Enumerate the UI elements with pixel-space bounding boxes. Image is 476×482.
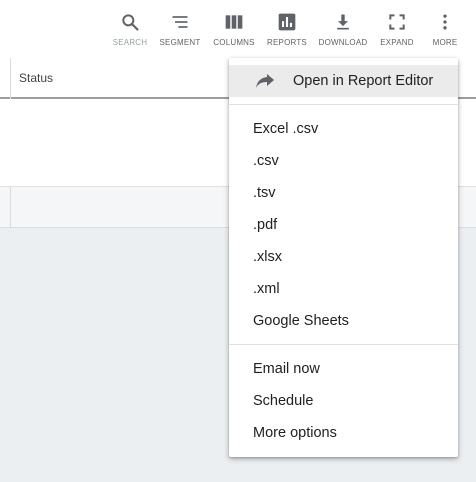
- menu-item-label: More options: [253, 425, 337, 441]
- more-vert-icon: [443, 14, 447, 30]
- menu-item-label: .xml: [253, 281, 280, 297]
- schedule-item[interactable]: Schedule: [229, 385, 458, 417]
- menu-item-label: .csv: [253, 153, 279, 169]
- more-options-item[interactable]: More options: [229, 417, 458, 449]
- download-button[interactable]: DOWNLOAD: [316, 12, 370, 47]
- format-xml-item[interactable]: .xml: [229, 273, 458, 305]
- format-tsv-item[interactable]: .tsv: [229, 177, 458, 209]
- more-button[interactable]: MORE: [418, 12, 472, 47]
- columns-label: COLUMNS: [213, 38, 255, 47]
- reports-label: REPORTS: [267, 38, 307, 47]
- columns-button[interactable]: COLUMNS: [207, 12, 261, 47]
- expand-label: EXPAND: [380, 38, 414, 47]
- segment-button[interactable]: SEGMENT: [153, 12, 207, 47]
- search-icon: [122, 14, 139, 31]
- menu-item-label: .xlsx: [253, 249, 282, 265]
- menu-item-label: Schedule: [253, 393, 314, 409]
- segment-icon: [172, 16, 188, 28]
- open-in-report-editor-item[interactable]: Open in Report Editor: [229, 65, 458, 97]
- expand-button[interactable]: EXPAND: [370, 12, 424, 47]
- menu-item-label: Google Sheets: [253, 313, 349, 329]
- format-csv-item[interactable]: .csv: [229, 145, 458, 177]
- segment-label: SEGMENT: [159, 38, 201, 47]
- open-in-report-editor-label: Open in Report Editor: [293, 73, 434, 89]
- search-button[interactable]: SEARCH: [103, 12, 157, 47]
- columns-icon: [225, 15, 243, 29]
- search-label: SEARCH: [112, 38, 148, 47]
- menu-item-label: .tsv: [253, 185, 276, 201]
- reports-icon: [278, 13, 296, 31]
- email-now-item[interactable]: Email now: [229, 353, 458, 385]
- format-excel-csv-item[interactable]: Excel .csv: [229, 113, 458, 145]
- download-label: DOWNLOAD: [318, 38, 368, 47]
- format-pdf-item[interactable]: .pdf: [229, 209, 458, 241]
- download-icon: [337, 14, 349, 30]
- share-arrow-icon: [256, 74, 274, 88]
- more-label: MORE: [432, 38, 458, 47]
- expand-icon: [389, 14, 405, 30]
- more-menu: Open in Report Editor Excel .csv .csv .t…: [229, 58, 458, 457]
- status-column-header[interactable]: Status: [19, 71, 53, 85]
- format-xlsx-item[interactable]: .xlsx: [229, 241, 458, 273]
- menu-item-label: Email now: [253, 361, 320, 377]
- format-google-sheets-item[interactable]: Google Sheets: [229, 305, 458, 337]
- menu-item-label: .pdf: [253, 217, 278, 233]
- reports-button[interactable]: REPORTS: [260, 12, 314, 47]
- column-divider: [10, 58, 11, 99]
- menu-item-label: Excel .csv: [253, 121, 319, 137]
- toolbar: SEARCH SEGMENT COLUMNS REPORTS DOWNLOAD …: [0, 0, 476, 58]
- menu-divider: [229, 104, 458, 105]
- column-divider: [10, 187, 11, 227]
- menu-divider: [229, 344, 458, 345]
